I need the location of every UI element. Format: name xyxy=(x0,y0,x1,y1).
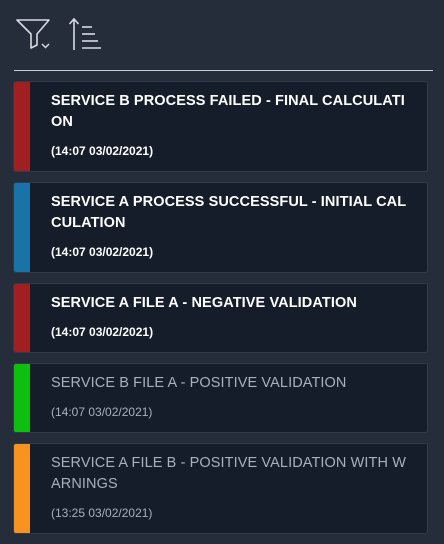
notification-title: SERVICE B PROCESS FAILED - FINAL CALCULA… xyxy=(51,93,405,130)
notification-title: SERVICE B FILE A - POSITIVE VALIDATION xyxy=(51,375,347,391)
sort-ascending-icon[interactable] xyxy=(68,14,106,54)
toolbar xyxy=(14,14,434,56)
notification-timestamp: (14:07 03/02/2021) xyxy=(51,245,154,259)
notification-body: SERVICE A PROCESS SUCCESSFUL - INITIAL C… xyxy=(30,183,427,272)
notification-card[interactable]: SERVICE A FILE B - POSITIVE VALIDATION W… xyxy=(13,443,428,534)
notification-card[interactable]: SERVICE A PROCESS SUCCESSFUL - INITIAL C… xyxy=(13,182,428,273)
notification-body: SERVICE A FILE A - NEGATIVE VALIDATION (… xyxy=(30,284,427,352)
notification-card[interactable]: SERVICE A FILE A - NEGATIVE VALIDATION (… xyxy=(13,283,428,353)
notification-title: SERVICE A PROCESS SUCCESSFUL - INITIAL C… xyxy=(51,194,407,231)
status-stripe xyxy=(14,82,30,171)
status-stripe xyxy=(14,444,30,533)
notification-body: SERVICE B PROCESS FAILED - FINAL CALCULA… xyxy=(30,82,427,171)
notification-title: SERVICE A FILE A - NEGATIVE VALIDATION xyxy=(51,295,357,311)
toolbar-divider xyxy=(14,70,433,71)
notification-card[interactable]: SERVICE B FILE A - POSITIVE VALIDATION (… xyxy=(13,363,428,433)
notification-timestamp: (14:07 03/02/2021) xyxy=(51,405,153,419)
filter-icon[interactable] xyxy=(16,14,54,54)
notification-body: SERVICE B FILE A - POSITIVE VALIDATION (… xyxy=(30,364,427,432)
notification-body: SERVICE A FILE B - POSITIVE VALIDATION W… xyxy=(30,444,427,533)
notification-list: SERVICE B PROCESS FAILED - FINAL CALCULA… xyxy=(13,81,428,544)
status-stripe xyxy=(14,284,30,352)
notification-timestamp: (13:25 03/02/2021) xyxy=(51,506,153,520)
notification-card[interactable]: SERVICE B PROCESS FAILED - FINAL CALCULA… xyxy=(13,81,428,172)
notification-timestamp: (14:07 03/02/2021) xyxy=(51,144,154,158)
status-stripe xyxy=(14,183,30,272)
notification-timestamp: (14:07 03/02/2021) xyxy=(51,325,154,339)
notification-title: SERVICE A FILE B - POSITIVE VALIDATION W… xyxy=(51,455,406,492)
status-stripe xyxy=(14,364,30,432)
